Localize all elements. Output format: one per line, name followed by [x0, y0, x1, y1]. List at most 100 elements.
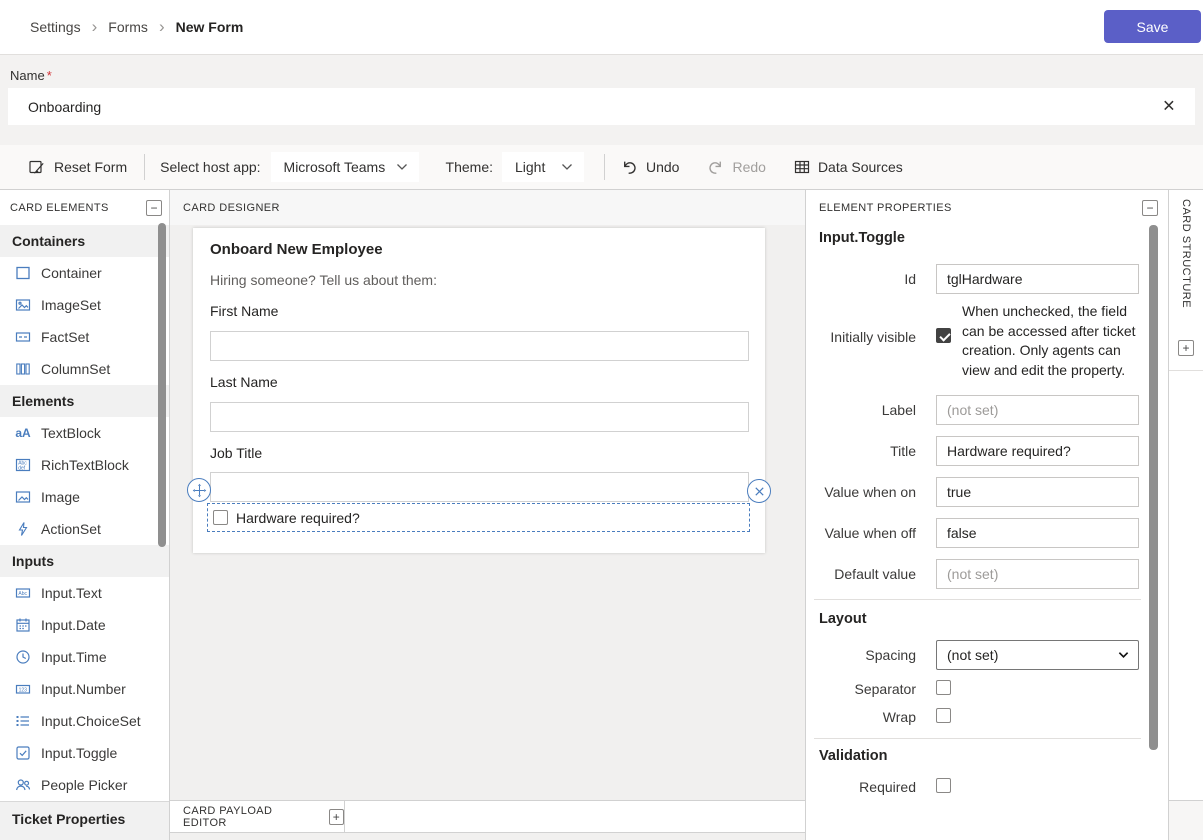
sidebar-item-input-number[interactable]: 123 Input.Number [0, 673, 169, 705]
value-when-on-input[interactable] [936, 477, 1139, 507]
strip-footer [1169, 801, 1203, 840]
sidebar-item-image[interactable]: Image [0, 481, 169, 513]
toolbar-divider [604, 154, 605, 180]
reset-form-icon [28, 158, 46, 176]
form-designer-app: Settings › Forms › New Form Save Name* ×… [0, 0, 1203, 840]
job-title-input[interactable] [210, 472, 749, 502]
undo-button[interactable]: Undo [621, 159, 679, 176]
delete-element-handle[interactable] [747, 479, 771, 503]
redo-button[interactable]: Redo [707, 159, 766, 176]
id-input[interactable] [936, 264, 1139, 294]
value-when-off-input[interactable] [936, 518, 1139, 548]
people-icon [14, 777, 32, 793]
choice-set-icon [14, 713, 32, 729]
breadcrumb: Settings › Forms › New Form [0, 18, 243, 37]
collapse-panel-icon[interactable]: − [146, 199, 162, 216]
card-subheading[interactable]: Hiring someone? Tell us about them: [210, 272, 437, 288]
card-elements-panel: CARD ELEMENTS − Containers Container Ima… [0, 190, 170, 840]
section-divider [814, 599, 1141, 600]
initially-visible-checkbox[interactable] [936, 328, 951, 343]
redo-icon [707, 159, 724, 176]
sidebar-item-input-toggle[interactable]: Input.Toggle [0, 737, 169, 769]
theme-dropdown[interactable]: Light [502, 152, 584, 182]
card-elements-scrollbar[interactable] [158, 223, 166, 547]
card-heading[interactable]: Onboard New Employee [210, 241, 383, 258]
selected-toggle-element[interactable]: Hardware required? [207, 503, 750, 532]
sidebar-item-columnset[interactable]: ColumnSet [0, 353, 169, 385]
section-header-elements: Elements [0, 385, 169, 417]
card-payload-editor-tab[interactable]: CARD PAYLOAD EDITOR + [170, 801, 345, 832]
sidebar-item-textblock[interactable]: aA TextBlock [0, 417, 169, 449]
card-designer-header: CARD DESIGNER [170, 190, 805, 225]
title-input[interactable] [936, 436, 1139, 466]
sidebar-item-factset[interactable]: FactSet [0, 321, 169, 353]
breadcrumb-current-page: New Form [175, 19, 244, 35]
sidebar-item-imageset[interactable]: ImageSet [0, 289, 169, 321]
main-area: CARD ELEMENTS − Containers Container Ima… [0, 190, 1203, 840]
required-checkbox[interactable] [936, 778, 951, 793]
sidebar-item-container[interactable]: Container [0, 257, 169, 289]
expand-card-structure-icon[interactable]: + [1178, 340, 1194, 356]
fact-set-icon [14, 329, 32, 345]
data-sources-button[interactable]: Data Sources [794, 159, 903, 175]
card-designer-canvas[interactable]: Onboard New Employee Hiring someone? Tel… [170, 225, 805, 800]
required-asterisk: * [46, 68, 52, 83]
last-name-input[interactable] [210, 402, 749, 432]
layout-section-heading: Layout [819, 611, 867, 627]
undo-icon [621, 159, 638, 176]
breadcrumb-chevron-icon: › [91, 16, 98, 36]
field-label-last-name[interactable]: Last Name [210, 374, 278, 390]
sidebar-item-actionset[interactable]: ActionSet [0, 513, 169, 545]
svg-text:def: def [18, 465, 26, 471]
breadcrumb-forms[interactable]: Forms [108, 19, 148, 35]
input-text-icon: Abc [14, 585, 32, 601]
save-button[interactable]: Save [1104, 10, 1201, 43]
default-value-input[interactable] [936, 559, 1139, 589]
sidebar-item-input-date[interactable]: Input.Date [0, 609, 169, 641]
breadcrumb-settings[interactable]: Settings [30, 19, 81, 35]
field-label-first-name[interactable]: First Name [210, 303, 278, 319]
svg-text:123: 123 [19, 687, 28, 693]
collapse-properties-icon[interactable]: − [1142, 199, 1158, 216]
sidebar-item-input-choiceset[interactable]: Input.ChoiceSet [0, 705, 169, 737]
initially-visible-description: When unchecked, the field can be accesse… [962, 303, 1136, 378]
spacing-select[interactable]: (not set) [936, 640, 1139, 670]
separator-checkbox[interactable] [936, 680, 951, 695]
element-type-heading: Input.Toggle [819, 230, 905, 246]
designer-toolbar: Reset Form Select host app: Microsoft Te… [0, 145, 1203, 190]
name-section: Name* × [0, 55, 1203, 145]
calendar-icon [14, 617, 32, 633]
name-label: Name * [10, 68, 52, 83]
sidebar-item-input-text[interactable]: Abc Input.Text [0, 577, 169, 609]
card-elements-list: Containers Container ImageSet FactSet Co… [0, 225, 169, 801]
image-icon [14, 489, 32, 505]
sidebar-item-people-picker[interactable]: People Picker [0, 769, 169, 801]
form-name-input[interactable] [8, 88, 1195, 125]
host-app-dropdown[interactable]: Microsoft Teams [270, 152, 419, 182]
spacing-label: Spacing [865, 647, 916, 663]
first-name-input[interactable] [210, 331, 749, 361]
rich-text-block-icon: Abc def [14, 457, 32, 473]
reset-form-button[interactable]: Reset Form [28, 158, 127, 176]
input-number-icon: 123 [14, 681, 32, 697]
expand-payload-editor-icon[interactable]: + [328, 808, 344, 825]
card-payload-editor-bar: CARD PAYLOAD EDITOR + [170, 800, 805, 833]
sidebar-item-richtextblock[interactable]: Abc def RichTextBlock [0, 449, 169, 481]
card-designer-title: CARD DESIGNER [183, 201, 280, 214]
hardware-required-label: Hardware required? [236, 509, 360, 526]
sidebar-item-input-time[interactable]: Input.Time [0, 641, 169, 673]
field-label-job-title[interactable]: Job Title [210, 445, 262, 461]
theme-label: Theme: [445, 159, 493, 175]
card-payload-editor-title: CARD PAYLOAD EDITOR [183, 804, 273, 829]
section-header-ticket-properties[interactable]: Ticket Properties [0, 801, 169, 840]
svg-text:Abc: Abc [18, 591, 27, 597]
move-element-handle[interactable] [187, 478, 211, 502]
wrap-checkbox[interactable] [936, 708, 951, 723]
label-input[interactable] [936, 395, 1139, 425]
element-properties-panel: ELEMENT PROPERTIES − Input.Toggle Id Ini… [805, 190, 1168, 840]
title-label: Title [890, 443, 916, 459]
hardware-required-checkbox[interactable] [213, 510, 228, 525]
top-bar: Settings › Forms › New Form Save [0, 0, 1203, 55]
clear-name-icon[interactable]: × [1163, 95, 1175, 116]
element-properties-scrollbar[interactable] [1149, 225, 1158, 750]
